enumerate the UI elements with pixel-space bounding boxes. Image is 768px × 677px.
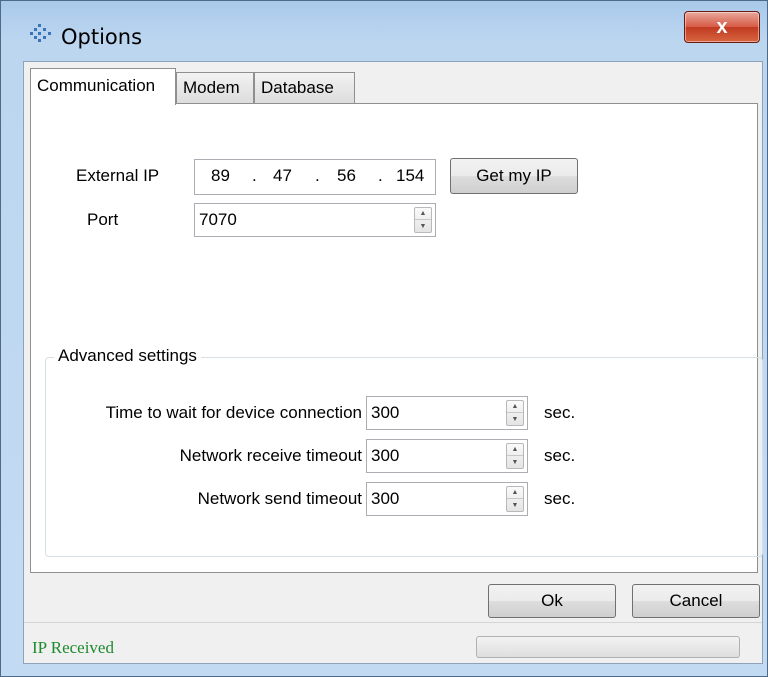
tab-communication[interactable]: Communication: [30, 68, 176, 105]
send-timeout-value: 300: [371, 489, 400, 508]
dialog-body: Communication Modem Database External IP…: [23, 61, 763, 664]
send-timeout-label: Network send timeout: [197, 489, 362, 508]
ip-octet-2[interactable]: 47: [273, 166, 292, 186]
ip-dot-2: .: [315, 166, 320, 185]
ip-dot-3: .: [378, 166, 383, 185]
close-icon: x: [716, 15, 728, 38]
cancel-button[interactable]: Cancel: [632, 584, 760, 618]
title-bar[interactable]: Options x: [1, 1, 767, 59]
port-spinner[interactable]: ▲ ▼: [414, 207, 432, 233]
receive-timeout-label: Network receive timeout: [179, 446, 362, 465]
spin-up-icon[interactable]: ▲: [507, 401, 523, 413]
ok-button[interactable]: Ok: [488, 584, 616, 618]
receive-timeout-stepper[interactable]: 300 ▲ ▼: [366, 439, 528, 473]
progress-bar: [476, 636, 740, 658]
status-text: IP Received: [32, 638, 114, 657]
spin-down-icon[interactable]: ▼: [507, 456, 523, 468]
communication-panel: External IP 89 . 47 . 56 . 154 Get my IP…: [30, 103, 763, 573]
spin-up-icon[interactable]: ▲: [507, 487, 523, 499]
get-my-ip-button[interactable]: Get my IP: [450, 158, 578, 194]
app-icon: [29, 23, 53, 43]
port-value: 7070: [199, 210, 237, 229]
ip-octet-3[interactable]: 56: [337, 166, 356, 186]
device-connection-timeout-label: Time to wait for device connection: [105, 403, 362, 422]
external-ip-label: External IP: [76, 166, 160, 185]
status-divider: [24, 622, 762, 623]
advanced-settings-title: Advanced settings: [54, 346, 201, 366]
send-timeout-stepper[interactable]: 300 ▲ ▼: [366, 482, 528, 516]
spin-down-icon[interactable]: ▼: [415, 220, 431, 232]
ip-octet-4[interactable]: 154: [396, 166, 424, 186]
device-connection-timeout-stepper[interactable]: 300 ▲ ▼: [366, 396, 528, 430]
device-connection-spinner[interactable]: ▲ ▼: [506, 400, 524, 426]
receive-timeout-unit: sec.: [544, 446, 576, 465]
send-timeout-spinner[interactable]: ▲ ▼: [506, 486, 524, 512]
port-label: Port: [87, 210, 119, 229]
advanced-settings-group: Advanced settings Time to wait for devic…: [45, 346, 763, 557]
spin-down-icon[interactable]: ▼: [507, 499, 523, 511]
device-connection-timeout-value: 300: [371, 403, 400, 422]
options-window: Options x Communication Modem Database E…: [0, 0, 768, 677]
receive-timeout-spinner[interactable]: ▲ ▼: [506, 443, 524, 469]
ip-dot-1: .: [252, 166, 257, 185]
tab-database[interactable]: Database: [254, 72, 355, 104]
send-timeout-unit: sec.: [544, 489, 576, 508]
close-button[interactable]: x: [684, 11, 760, 43]
external-ip-field[interactable]: 89 . 47 . 56 . 154: [194, 159, 436, 195]
port-stepper[interactable]: 7070 ▲ ▼: [194, 203, 436, 237]
receive-timeout-value: 300: [371, 446, 400, 465]
spin-up-icon[interactable]: ▲: [415, 208, 431, 220]
tab-modem[interactable]: Modem: [176, 72, 254, 104]
spin-up-icon[interactable]: ▲: [507, 444, 523, 456]
spin-down-icon[interactable]: ▼: [507, 413, 523, 425]
window-title: Options: [61, 25, 143, 49]
ip-octet-1[interactable]: 89: [211, 166, 230, 186]
device-connection-unit: sec.: [544, 403, 576, 422]
